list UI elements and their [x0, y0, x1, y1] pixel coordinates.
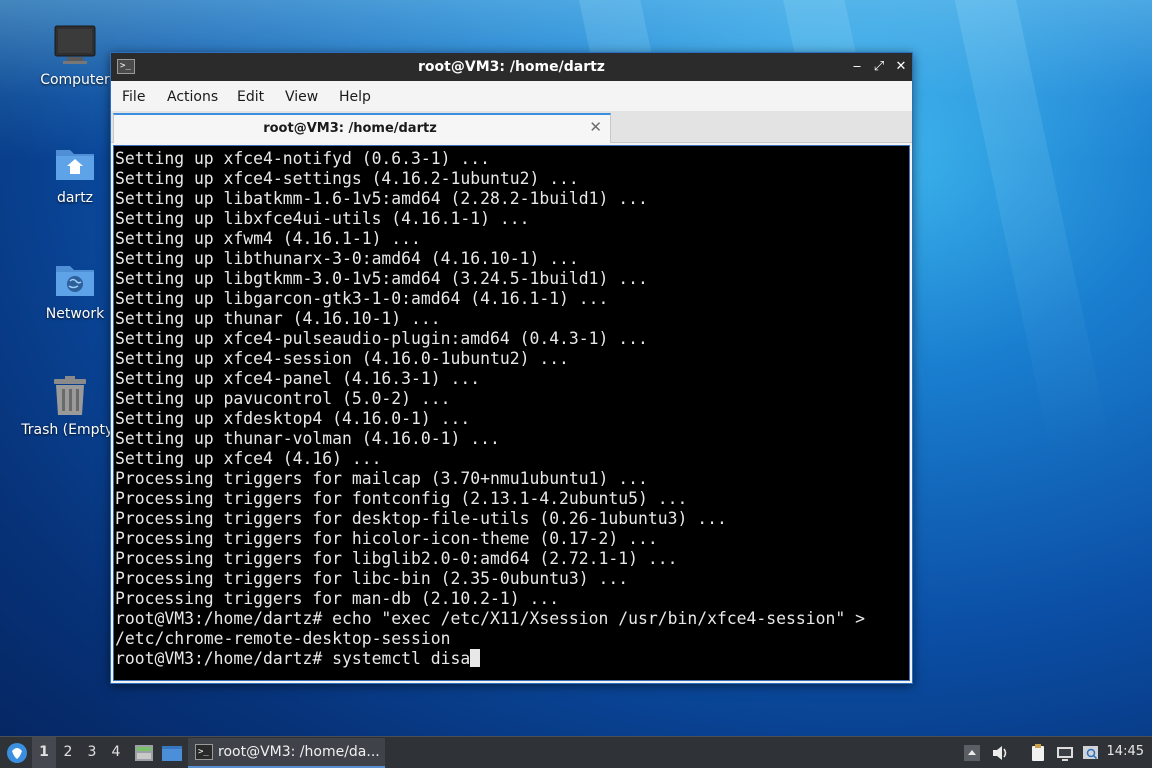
- search-window-icon[interactable]: [1081, 743, 1101, 763]
- close-button[interactable]: ✕: [892, 58, 910, 76]
- menu-bar: File Actions Edit View Help: [111, 81, 912, 111]
- workspace-1[interactable]: 1: [32, 737, 56, 768]
- terminal-line: Setting up pavucontrol (5.0-2) ...: [115, 389, 451, 408]
- terminal-window: >_ root@VM3: /home/dartz ‒ ⤢ ✕ File Acti…: [110, 52, 913, 684]
- terminal-line: Setting up libthunarx-3-0:amd64 (4.16.10…: [115, 249, 579, 268]
- terminal-line: Processing triggers for desktop-file-uti…: [115, 509, 727, 528]
- terminal-line: Setting up xfdesktop4 (4.16.0-1) ...: [115, 409, 471, 428]
- terminal-line: Setting up xfwm4 (4.16.1-1) ...: [115, 229, 421, 248]
- window-titlebar[interactable]: >_ root@VM3: /home/dartz ‒ ⤢ ✕: [111, 53, 912, 81]
- terminal-line: Setting up thunar-volman (4.16.0-1) ...: [115, 429, 500, 448]
- workspace-4[interactable]: 4: [104, 737, 128, 768]
- minimize-button[interactable]: ‒: [848, 58, 866, 76]
- terminal-cursor: [470, 649, 481, 667]
- menu-file[interactable]: File: [122, 89, 145, 105]
- clipboard-icon[interactable]: [1028, 743, 1048, 763]
- desktop-icon-trash[interactable]: Trash (Empty): [20, 374, 120, 438]
- scroll-up-icon[interactable]: [962, 743, 982, 763]
- terminal-line: Setting up xfce4-session (4.16.0-1ubuntu…: [115, 349, 569, 368]
- task-terminal-button[interactable]: >_ root@VM3: /home/da...: [188, 738, 385, 768]
- terminal-icon: >_: [195, 744, 213, 760]
- show-desktop-icon[interactable]: [161, 743, 183, 763]
- terminal-line: Setting up xfce4-panel (4.16.3-1) ...: [115, 369, 481, 388]
- terminal-line: Processing triggers for libglib2.0-0:amd…: [115, 549, 678, 568]
- terminal-line: Processing triggers for libc-bin (2.35-0…: [115, 569, 629, 588]
- terminal-line: Setting up xfce4-settings (4.16.2-1ubunt…: [115, 169, 579, 188]
- workspace-3[interactable]: 3: [80, 737, 104, 768]
- terminal-line: root@VM3:/home/dartz# echo "exec /etc/X1…: [115, 609, 865, 628]
- terminal-output[interactable]: Setting up xfce4-notifyd (0.6.3-1) ... Se…: [113, 145, 910, 681]
- terminal-line: Setting up libgtkmm-3.0-1v5:amd64 (3.24.…: [115, 269, 648, 288]
- terminal-line: Processing triggers for man-db (2.10.2-1…: [115, 589, 560, 608]
- network-folder-icon: [53, 258, 97, 302]
- terminal-line: Setting up xfce4-pulseaudio-plugin:amd64…: [115, 329, 648, 348]
- terminal-line: Setting up xfce4 (4.16) ...: [115, 449, 382, 468]
- desktop: Computer dartz Network Trash (Empty) >_ …: [0, 0, 1152, 768]
- menu-view[interactable]: View: [285, 89, 318, 105]
- task-label: root@VM3: /home/da...: [218, 744, 380, 760]
- desktop-icon-label: Trash (Empty): [21, 422, 119, 438]
- computer-icon: [53, 24, 97, 68]
- whisker-menu-icon[interactable]: [5, 741, 29, 765]
- terminal-prompt: root@VM3:/home/dartz#: [115, 649, 333, 668]
- terminal-line: Setting up libatkmm-1.6-1v5:amd64 (2.28.…: [115, 189, 648, 208]
- maximize-button[interactable]: ⤢: [870, 58, 888, 76]
- menu-help[interactable]: Help: [339, 89, 371, 105]
- terminal-line: Setting up thunar (4.16.10-1) ...: [115, 309, 441, 328]
- trash-icon: [48, 374, 92, 418]
- volume-icon[interactable]: [990, 743, 1010, 763]
- terminal-line: Processing triggers for mailcap (3.70+nm…: [115, 469, 648, 488]
- terminal-lines: Setting up xfce4-notifyd (0.6.3-1) ... Se…: [115, 149, 909, 669]
- tab-close-icon[interactable]: ✕: [589, 118, 602, 136]
- terminal-line: /etc/chrome-remote-desktop-session: [115, 629, 451, 648]
- terminal-prompt-line: root@VM3:/home/dartz# systemctl disa: [115, 649, 909, 669]
- menu-edit[interactable]: Edit: [237, 89, 264, 105]
- tab-terminal[interactable]: root@VM3: /home/dartz ✕: [113, 113, 611, 143]
- tab-bar: root@VM3: /home/dartz ✕: [111, 111, 912, 143]
- tab-label: root@VM3: /home/dartz: [263, 121, 437, 136]
- taskbar: 1 2 3 4 >_ root@VM3: /home/da... 14:45: [0, 736, 1152, 768]
- file-manager-launcher-icon[interactable]: [133, 743, 155, 763]
- terminal-input[interactable]: systemctl disa: [332, 649, 470, 668]
- terminal-line: Setting up libxfce4ui-utils (4.16.1-1) .…: [115, 209, 530, 228]
- workspace-2[interactable]: 2: [56, 737, 80, 768]
- terminal-line: Processing triggers for hicolor-icon-the…: [115, 529, 658, 548]
- window-title: root@VM3: /home/dartz: [418, 59, 605, 75]
- terminal-line: Setting up xfce4-notifyd (0.6.3-1) ...: [115, 149, 490, 168]
- home-folder-icon: [53, 142, 97, 186]
- menu-actions[interactable]: Actions: [167, 89, 218, 105]
- network-icon[interactable]: [1055, 743, 1075, 763]
- terminal-line: Setting up libgarcon-gtk3-1-0:amd64 (4.1…: [115, 289, 609, 308]
- clock: 14:45: [1106, 744, 1144, 759]
- terminal-line: Processing triggers for fontconfig (2.13…: [115, 489, 688, 508]
